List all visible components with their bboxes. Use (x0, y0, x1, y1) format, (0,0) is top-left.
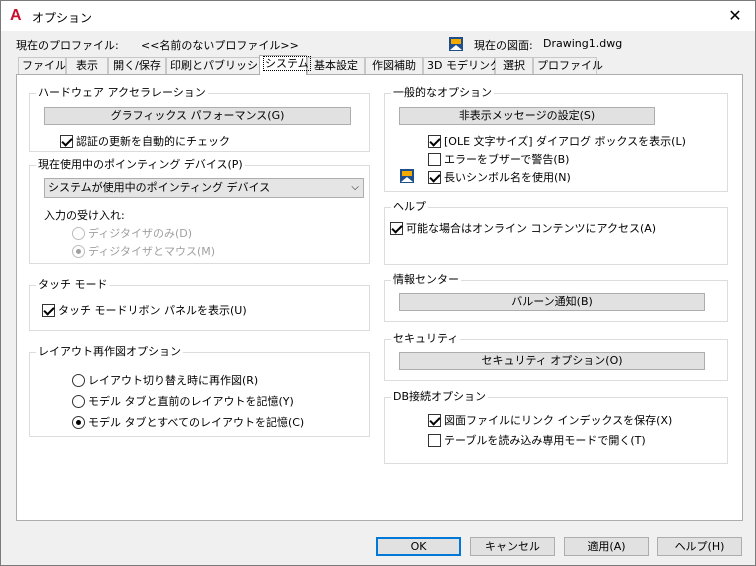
long-symbol-names-label: 長いシンボル名を使用(N) (444, 171, 571, 184)
accept-input-label: 入力の受け入れ: (44, 209, 125, 222)
tab-system-label: システム (263, 56, 311, 71)
cancel-button[interactable]: キャンセル (470, 537, 555, 556)
beep-on-error-checkbox[interactable]: エラーをブザーで警告(B) (428, 152, 569, 166)
radio-digitizer-and-mouse-label: ディジタイザとマウス(M) (88, 245, 216, 258)
help-group: ヘルプ 可能な場合はオンライン コンテンツにアクセス(A) (384, 200, 728, 265)
radio-cache-model-all[interactable]: モデル タブとすべてのレイアウトを記憶(C) (72, 415, 304, 429)
radio-cache-model-last-label: モデル タブと直前のレイアウトを記憶(Y) (88, 395, 294, 408)
store-link-index-checkbox[interactable]: 図面ファイルにリンク インデックスを保存(X) (428, 413, 672, 427)
tab-3d-modeling[interactable]: 3D モデリング (423, 57, 501, 75)
checkbox-box[interactable] (428, 170, 441, 184)
layout-regen-title: レイアウト再作図オプション (36, 345, 183, 359)
tab-open-save[interactable]: 開く/保存 (108, 57, 166, 75)
radio-dot[interactable] (72, 415, 85, 429)
tab-drafting[interactable]: 作図補助 (365, 57, 423, 75)
drawing-file-icon (400, 169, 414, 183)
current-drawing-value: Drawing1.dwg (543, 37, 623, 50)
hidden-messages-button[interactable]: 非表示メッセージの設定(S) (399, 107, 655, 125)
checkbox-box[interactable] (428, 433, 441, 447)
radio-dot[interactable] (72, 244, 85, 258)
radio-regen-on-switch-label: レイアウト切り替え時に再作図(R) (88, 374, 259, 387)
tab-files[interactable]: ファイル (18, 57, 66, 75)
beep-on-error-label: エラーをブザーで警告(B) (444, 153, 570, 166)
current-profile-value: <<名前のないプロファイル>> (141, 39, 299, 52)
tab-system[interactable]: システム (259, 55, 311, 75)
check-license-updates-label: 認証の更新を自動的にチェック (76, 135, 230, 148)
title-bar: A オプション ✕ (1, 1, 755, 31)
check-license-updates-checkbox[interactable]: 認証の更新を自動的にチェック (60, 134, 230, 148)
pointing-device-group: 現在使用中のポインティング デバイス(P) システムが使用中のポインティング デ… (29, 158, 370, 264)
tab-selection[interactable]: 選択 (495, 57, 533, 75)
checkbox-box[interactable] (428, 152, 441, 166)
drawing-file-icon (449, 37, 463, 51)
infocenter-group: 情報センター バルーン通知(B) (384, 273, 728, 322)
open-tables-readonly-label: テーブルを読み込み専用モードで開く(T) (444, 434, 646, 447)
apply-button[interactable]: 適用(A) (564, 537, 649, 556)
security-title: セキュリティ (391, 332, 461, 346)
touch-ribbon-panel-label: タッチ モードリボン パネルを表示(U) (58, 304, 247, 317)
tab-profiles[interactable]: プロファイル (533, 57, 603, 75)
checkbox-box[interactable] (42, 303, 55, 317)
infocenter-title: 情報センター (391, 273, 461, 287)
general-options-title: 一般的なオプション (391, 86, 494, 100)
radio-dot[interactable] (72, 226, 85, 240)
options-dialog: A オプション ✕ 現在のプロファイル: <<名前のないプロファイル>> 現在の… (0, 0, 756, 566)
open-tables-readonly-checkbox[interactable]: テーブルを読み込み専用モードで開く(T) (428, 433, 646, 447)
pointing-device-value: システムが使用中のポインティング デバイス (48, 181, 271, 194)
ok-button[interactable]: OK (376, 537, 461, 556)
pointing-device-title: 現在使用中のポインティング デバイス(P) (36, 158, 245, 172)
layout-regen-group: レイアウト再作図オプション レイアウト切り替え時に再作図(R) モデル タブと直… (29, 345, 370, 437)
checkbox-box[interactable] (390, 221, 403, 235)
touch-ribbon-panel-checkbox[interactable]: タッチ モードリボン パネルを表示(U) (42, 303, 247, 317)
touch-mode-group: タッチ モード タッチ モードリボン パネルを表示(U) (29, 278, 370, 331)
access-online-content-checkbox[interactable]: 可能な場合はオンライン コンテンツにアクセス(A) (390, 221, 656, 235)
general-options-group: 一般的なオプション 非表示メッセージの設定(S) [OLE 文字サイズ] ダイア… (384, 86, 728, 192)
checkbox-box[interactable] (428, 413, 441, 427)
hardware-acceleration-title: ハードウェア アクセラレーション (36, 86, 208, 100)
radio-digitizer-only-label: ディジタイザのみ(D) (88, 227, 193, 240)
db-connect-group: DB接続オプション 図面ファイルにリンク インデックスを保存(X) テーブルを読… (384, 390, 728, 464)
profile-row: 現在のプロファイル: <<名前のないプロファイル>> 現在の図面: Drawin… (16, 37, 736, 53)
autocad-a-icon: A (10, 7, 22, 24)
graphics-performance-button[interactable]: グラフィックス パフォーマンス(G) (44, 107, 351, 125)
help-button[interactable]: ヘルプ(H) (657, 537, 742, 556)
balloon-notifications-button[interactable]: バルーン通知(B) (399, 293, 705, 311)
radio-cache-model-all-label: モデル タブとすべてのレイアウトを記憶(C) (88, 416, 305, 429)
tab-plot-publish[interactable]: 印刷とパブリッシュ (166, 57, 269, 75)
pointing-device-select[interactable]: システムが使用中のポインティング デバイス ⌵ (44, 178, 364, 198)
ole-text-size-checkbox[interactable]: [OLE 文字サイズ] ダイアログ ボックスを表示(L) (428, 134, 686, 148)
radio-dot[interactable] (72, 394, 85, 408)
window-title: オプション (32, 11, 93, 25)
radio-regen-on-switch[interactable]: レイアウト切り替え時に再作図(R) (72, 373, 258, 387)
help-title: ヘルプ (391, 200, 428, 214)
checkbox-box[interactable] (60, 134, 73, 148)
security-options-button[interactable]: セキュリティ オプション(O) (399, 352, 705, 370)
system-tab-panel: ハードウェア アクセラレーション グラフィックス パフォーマンス(G) 認証の更… (16, 74, 743, 521)
radio-digitizer-and-mouse[interactable]: ディジタイザとマウス(M) (72, 244, 215, 258)
access-online-content-label: 可能な場合はオンライン コンテンツにアクセス(A) (406, 222, 657, 235)
long-symbol-names-checkbox[interactable]: 長いシンボル名を使用(N) (428, 170, 571, 184)
radio-cache-model-last[interactable]: モデル タブと直前のレイアウトを記憶(Y) (72, 394, 294, 408)
hardware-acceleration-group: ハードウェア アクセラレーション グラフィックス パフォーマンス(G) 認証の更… (29, 86, 370, 152)
db-connect-title: DB接続オプション (391, 390, 489, 404)
tab-user-preferences[interactable]: 基本設定 (307, 57, 365, 75)
tab-display[interactable]: 表示 (66, 57, 108, 75)
radio-dot[interactable] (72, 373, 85, 387)
radio-digitizer-only[interactable]: ディジタイザのみ(D) (72, 226, 192, 240)
store-link-index-label: 図面ファイルにリンク インデックスを保存(X) (444, 414, 673, 427)
chevron-down-icon: ⌵ (351, 182, 359, 193)
ole-text-size-label: [OLE 文字サイズ] ダイアログ ボックスを表示(L) (444, 135, 686, 148)
current-drawing-label: 現在の図面: (474, 39, 533, 52)
security-group: セキュリティ セキュリティ オプション(O) (384, 332, 728, 381)
checkbox-box[interactable] (428, 134, 441, 148)
touch-mode-title: タッチ モード (36, 278, 110, 292)
current-profile-label: 現在のプロファイル: (16, 39, 119, 52)
close-button[interactable]: ✕ (723, 5, 747, 27)
